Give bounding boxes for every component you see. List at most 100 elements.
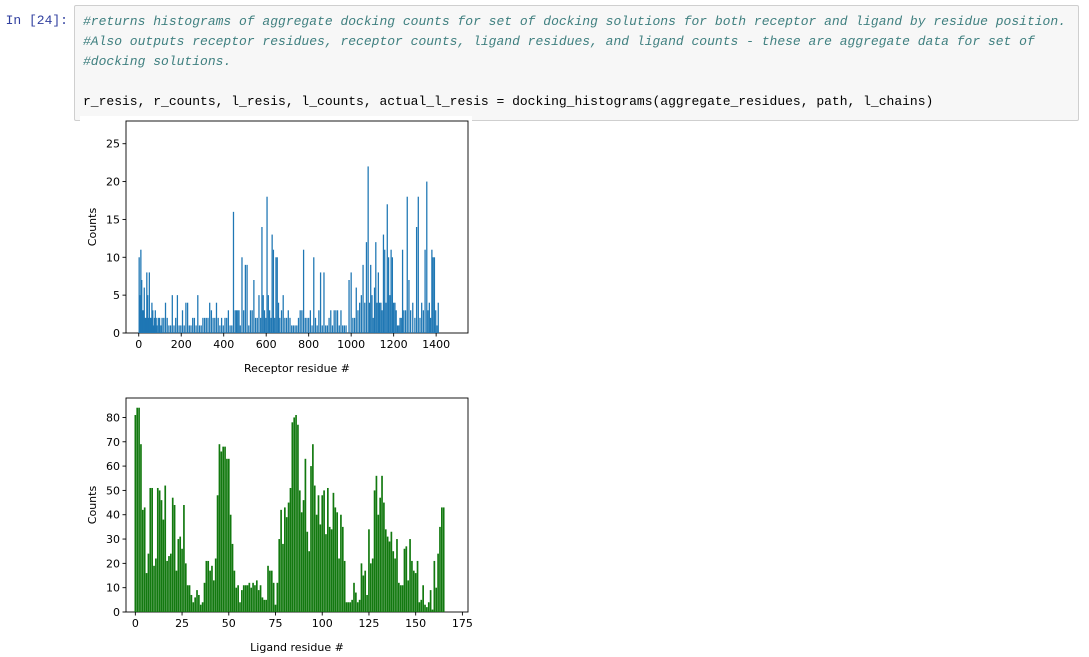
bar bbox=[271, 234, 273, 333]
bar bbox=[275, 257, 277, 333]
bar bbox=[164, 302, 167, 333]
bar bbox=[258, 295, 260, 333]
y-tick-label: 20 bbox=[106, 176, 120, 189]
bar bbox=[317, 495, 320, 612]
bar bbox=[183, 325, 185, 333]
bar bbox=[193, 317, 196, 333]
bar bbox=[304, 458, 307, 612]
bar bbox=[184, 563, 187, 612]
bar bbox=[153, 565, 155, 612]
bar bbox=[161, 317, 163, 333]
bar bbox=[330, 529, 333, 612]
bar bbox=[313, 485, 316, 612]
bar bbox=[186, 302, 189, 333]
bar bbox=[427, 310, 429, 333]
bar bbox=[151, 487, 153, 612]
bar bbox=[291, 325, 293, 333]
bar bbox=[261, 597, 264, 612]
bar bbox=[309, 310, 312, 333]
bar bbox=[246, 585, 249, 612]
bar bbox=[291, 422, 294, 612]
x-tick-label: 175 bbox=[452, 617, 472, 630]
bar bbox=[268, 310, 271, 333]
bar bbox=[265, 317, 267, 333]
bar bbox=[384, 249, 386, 333]
bar bbox=[308, 551, 310, 612]
bar bbox=[357, 310, 359, 333]
bar bbox=[198, 594, 200, 612]
bar bbox=[158, 317, 161, 333]
bar bbox=[259, 585, 262, 612]
bar bbox=[395, 310, 397, 333]
bar bbox=[381, 310, 383, 333]
x-tick-label: 125 bbox=[358, 617, 379, 630]
bar bbox=[398, 325, 400, 333]
bar bbox=[266, 196, 268, 333]
x-tick-label: 25 bbox=[175, 617, 189, 630]
bar bbox=[149, 487, 152, 612]
bar bbox=[403, 548, 406, 612]
bar bbox=[372, 317, 374, 333]
bar bbox=[340, 514, 342, 612]
bar bbox=[250, 587, 253, 612]
bar bbox=[136, 407, 139, 612]
bar bbox=[222, 446, 225, 612]
bar bbox=[362, 264, 364, 333]
bar bbox=[313, 257, 315, 333]
bar bbox=[211, 565, 213, 612]
bar bbox=[326, 325, 329, 333]
bar bbox=[260, 317, 262, 333]
code-line-statement: r_resis, r_counts, l_resis, l_counts, ac… bbox=[83, 94, 934, 109]
bar bbox=[171, 497, 174, 612]
bar bbox=[155, 558, 157, 612]
bar bbox=[177, 539, 180, 612]
bar bbox=[238, 310, 240, 333]
bar bbox=[251, 310, 253, 333]
bar bbox=[393, 302, 395, 333]
bar bbox=[399, 585, 402, 612]
bar bbox=[270, 317, 272, 333]
bar bbox=[241, 257, 243, 333]
bar bbox=[302, 500, 305, 612]
bar bbox=[406, 196, 408, 333]
bar bbox=[360, 563, 363, 612]
bar bbox=[181, 310, 184, 333]
bar bbox=[355, 592, 357, 612]
bar bbox=[318, 310, 320, 333]
bar bbox=[255, 580, 258, 612]
bar bbox=[215, 302, 218, 333]
bar bbox=[436, 325, 438, 333]
bar bbox=[188, 325, 190, 333]
code-line-comment-1: #returns histograms of aggregate docking… bbox=[83, 14, 1066, 29]
bar bbox=[263, 310, 266, 333]
bar bbox=[294, 325, 296, 333]
bar bbox=[431, 249, 433, 333]
x-tick-label: 1000 bbox=[337, 338, 365, 351]
y-tick-label: 30 bbox=[106, 533, 120, 546]
bar bbox=[306, 531, 309, 612]
bar bbox=[248, 325, 250, 333]
bar bbox=[274, 604, 277, 612]
bar bbox=[231, 543, 234, 612]
bar bbox=[243, 310, 245, 333]
bar bbox=[414, 317, 416, 333]
bar bbox=[377, 272, 379, 333]
bar bbox=[180, 325, 182, 333]
ligand-histogram-figure: 0 25 50 75 100 125 150 175 0 10 20 30 40 50 60 70 80 Liga… bbox=[80, 393, 472, 655]
bar bbox=[213, 580, 215, 612]
bar bbox=[216, 495, 219, 612]
notebook-code-cell[interactable]: In [24]: #returns histograms of aggregat… bbox=[0, 5, 1085, 121]
bar bbox=[349, 602, 352, 612]
bar bbox=[210, 310, 213, 333]
bar bbox=[163, 317, 165, 333]
bar bbox=[138, 407, 140, 612]
code-input-area[interactable]: #returns histograms of aggregate docking… bbox=[74, 5, 1079, 121]
bar bbox=[242, 585, 245, 612]
bar bbox=[162, 519, 165, 612]
y-tick-label: 5 bbox=[113, 289, 120, 302]
bar bbox=[253, 280, 255, 333]
bar bbox=[368, 302, 371, 333]
bar bbox=[301, 310, 303, 333]
bar bbox=[404, 310, 407, 333]
y-tick-label: 20 bbox=[106, 557, 120, 570]
